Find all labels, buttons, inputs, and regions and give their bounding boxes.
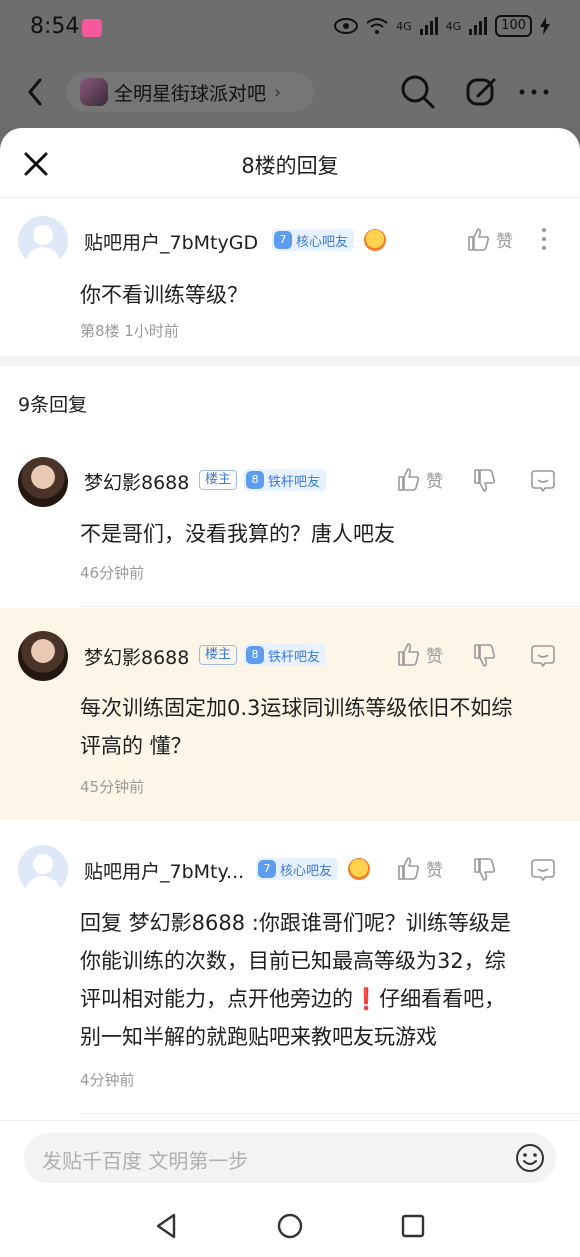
level-title: 铁杆吧友 [268,649,321,665]
post-meta: 第8楼 1小时前 [80,322,179,340]
section-divider [0,356,580,366]
level-number: 7 [274,231,292,249]
reply-text: 不是哥们，没看我算的？唐人吧友 [80,522,395,546]
level-number: 7 [258,860,276,878]
reply-time: 46分钟前 [80,564,145,582]
like-label: 赞 [426,860,443,881]
reply-sheet: 8楼的回复 贴吧用户_7bMtyGD 7 核心吧友 赞 你不看训练等级？ 第8楼… [0,128,580,1257]
like-button[interactable]: 赞 [396,855,443,881]
signal-icon [469,17,488,35]
eye-icon [334,18,359,34]
reply-text-line: 别一知半解的就跑贴吧来教吧友玩游戏 [80,1025,437,1049]
forum-top-bar: 全明星街球派对吧 › [0,56,580,128]
nav-recents-icon[interactable] [398,1211,428,1241]
avatar[interactable] [18,845,68,895]
divider [80,1113,580,1114]
like-button[interactable]: 赞 [396,641,443,667]
divider [80,606,580,607]
more-icon[interactable] [514,72,554,112]
level-number: 8 [246,471,264,489]
op-badge: 楼主 [199,645,238,665]
thumbs-up-icon [398,857,420,880]
battery-indicator: 100 [495,15,532,37]
comment-icon[interactable] [530,857,556,883]
username[interactable]: 梦幻影8688 [84,643,189,670]
reply-text-line: 每次训练固定加0.3运球同训练等级依旧不如综 [80,696,513,720]
level-badge: 8 铁杆吧友 [244,469,327,491]
forum-name-pill[interactable]: 全明星街球派对吧 › [66,72,314,112]
emoji-badge-icon [364,229,386,251]
like-button[interactable]: 赞 [396,466,443,492]
reply-input-bar: 发贴千百度 文明第一步 [0,1120,580,1257]
signal-label-2: 4G [445,19,462,33]
thumbs-down-icon[interactable] [472,857,498,883]
reply-input-placeholder: 发贴千百度 文明第一步 [42,1149,249,1173]
sheet-title: 8楼的回复 [241,154,339,178]
search-icon[interactable] [398,72,438,112]
thumbs-down-icon[interactable] [472,643,498,669]
nav-back-icon[interactable] [152,1211,182,1241]
signal-icon [419,17,438,35]
like-label: 赞 [426,646,443,667]
like-label: 赞 [496,231,513,252]
status-bar: 8:54 4G 4G 100 [0,0,580,56]
more-vertical-icon[interactable] [534,226,554,252]
reply-count: 9条回复 [18,394,88,416]
app-notification-icon [82,19,102,37]
sheet-header: 8楼的回复 [0,128,580,198]
level-number: 8 [246,646,264,664]
reply-time: 4分钟前 [80,1071,135,1089]
username[interactable]: 贴吧用户_7bMty... [84,857,244,884]
thumbs-down-icon[interactable] [472,468,498,494]
level-title: 铁杆吧友 [268,474,321,490]
level-title: 核心吧友 [280,863,333,879]
reply-input[interactable]: 发贴千百度 文明第一步 [24,1133,556,1183]
wifi-icon [366,18,388,34]
forum-name: 全明星街球派对吧 [114,82,267,105]
reply-time: 45分钟前 [80,778,145,796]
reply-text-line: 评高的 懂？ [80,734,192,758]
level-badge: 7 核心吧友 [256,858,339,880]
thumbs-up-icon [398,468,420,491]
reply-text-line: 评叫相对能力，点开他旁边的❗仔细看看吧， [80,987,506,1011]
forum-avatar [80,78,108,106]
nav-home-icon[interactable] [275,1211,305,1241]
thumbs-up-icon [398,643,420,666]
reply-text: 每次训练固定加0.3运球同训练等级依旧不如综 评高的 懂？ [80,689,562,765]
reply-text-line: 回复 梦幻影8688 :你跟谁哥们呢？训练等级是 [80,911,511,935]
edit-icon[interactable] [462,72,502,112]
thumbs-up-icon [468,228,490,251]
divider [80,820,580,821]
comment-icon[interactable] [530,643,556,669]
reply-text-line: 你能训练的次数，目前已知最高等级为32，综 [80,949,506,973]
like-label: 赞 [426,471,443,492]
username[interactable]: 梦幻影8688 [84,468,189,495]
level-badge: 8 铁杆吧友 [244,644,327,666]
level-badge: 7 核心吧友 [272,229,355,251]
back-arrow-icon[interactable] [22,74,50,110]
avatar[interactable] [18,457,68,507]
reply-text: 回复 梦幻影8688 :你跟谁哥们呢？训练等级是 你能训练的次数，目前已知最高等… [80,904,562,1056]
status-time: 8:54 [30,14,80,39]
username[interactable]: 贴吧用户_7bMtyGD [84,228,258,255]
comment-icon[interactable] [530,468,556,494]
charging-icon [540,17,550,35]
post-text: 你不看训练等级？ [80,283,248,307]
emoji-icon[interactable] [514,1142,546,1174]
system-nav-bar [0,1199,580,1255]
avatar[interactable] [18,631,68,681]
status-icons: 4G 4G 100 [334,15,550,37]
op-badge: 楼主 [199,470,238,490]
avatar[interactable] [18,216,68,266]
like-button[interactable]: 赞 [466,226,513,252]
chevron-right-icon: › [274,81,282,103]
emoji-badge-icon [348,858,370,880]
level-title: 核心吧友 [296,234,349,250]
signal-label-1: 4G [396,19,412,33]
